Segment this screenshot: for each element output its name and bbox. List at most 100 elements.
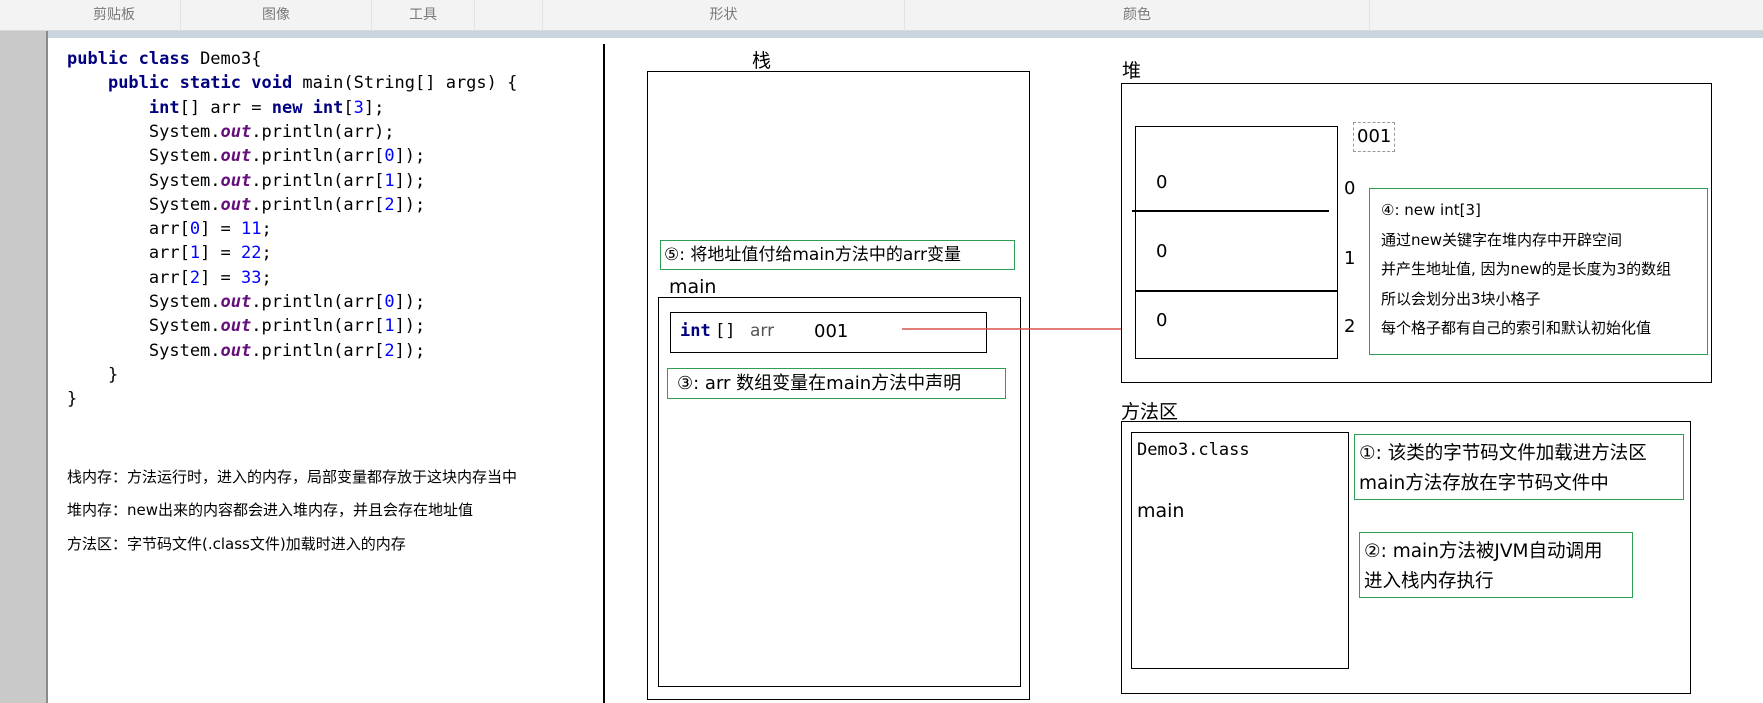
note-4-line-3: 并产生地址值, 因为new的是长度为3的数组 bbox=[1381, 260, 1672, 278]
code-token: ] = bbox=[200, 243, 242, 264]
note-4-line-5: 每个格子都有自己的索引和默认初始化值 bbox=[1381, 319, 1652, 337]
code-token: out bbox=[220, 292, 252, 312]
code-token: ]); bbox=[394, 146, 426, 167]
note-method-area: 方法区：字节码文件(.class文件)加载时进入的内存 bbox=[67, 535, 406, 553]
code-token: out bbox=[220, 170, 252, 191]
note-4-new-int-array: ④: new int[3] 通过new关键字在堆内存中开辟空间 并产生地址值, … bbox=[1369, 188, 1708, 355]
arr-var-brackets: [] bbox=[715, 321, 736, 341]
code-token: System. bbox=[67, 316, 221, 337]
code-token: [] arr = bbox=[179, 97, 272, 118]
arr-var-value: 001 bbox=[814, 321, 849, 342]
code-token: .println(arr); bbox=[251, 121, 395, 142]
code-line: arr[0] = 11; bbox=[67, 219, 272, 239]
code-token: 22 bbox=[241, 243, 262, 264]
code-line: public static void main(String[] args) { bbox=[67, 73, 517, 93]
code-token: 2 bbox=[384, 340, 395, 361]
note-1-load-bytecode: ①: 该类的字节码文件加载进方法区 main方法存放在字节码文件中 bbox=[1354, 434, 1684, 500]
code-token: 2 bbox=[189, 267, 201, 288]
code-token: 1 bbox=[189, 243, 201, 264]
address-selection-box[interactable]: 001 bbox=[1353, 122, 1395, 152]
code-line: System.out.println(arr[0]); bbox=[67, 146, 425, 166]
window-left-edge bbox=[0, 31, 48, 703]
note-1-line-2: main方法存放在字节码文件中 bbox=[1359, 473, 1609, 494]
code-token: out bbox=[220, 194, 252, 215]
ribbon-group-tools[interactable]: 工具 bbox=[372, 0, 475, 31]
heap-index-1: 1 bbox=[1344, 248, 1356, 269]
code-token: System. bbox=[67, 292, 221, 312]
code-token: arr[ bbox=[67, 219, 190, 240]
code-token: out bbox=[220, 340, 252, 361]
note-4-line-1: ④: new int[3] bbox=[1381, 201, 1481, 219]
heap-index-2: 2 bbox=[1344, 316, 1356, 337]
heap-cell-value-1: 0 bbox=[1156, 241, 1168, 262]
code-token: out bbox=[220, 121, 252, 142]
heap-cell-value-2: 0 bbox=[1156, 310, 1168, 331]
heap-title: 堆 bbox=[1122, 60, 1142, 82]
code-line: System.out.println(arr[0]); bbox=[67, 292, 425, 312]
code-line: System.out.println(arr[2]); bbox=[67, 341, 425, 361]
code-token: System. bbox=[67, 194, 221, 215]
code-token: 11 bbox=[241, 219, 262, 240]
code-token: public static void bbox=[107, 73, 303, 94]
code-token: .println(arr[ bbox=[251, 194, 385, 215]
note-5-assign-address: ⑤: 将地址值付给main方法中的arr变量 bbox=[660, 240, 1015, 270]
ribbon-band bbox=[0, 31, 1763, 38]
note-4-line-2: 通过new关键字在堆内存中开辟空间 bbox=[1381, 230, 1623, 249]
class-file-method: main bbox=[1137, 500, 1185, 522]
code-token: System. bbox=[67, 170, 221, 191]
method-area-title: 方法区 bbox=[1121, 401, 1179, 423]
heap-cell-divider-1 bbox=[1132, 210, 1329, 212]
note-heap-memory: 堆内存：new出来的内容都会进入堆内存，并且会存在地址值 bbox=[67, 501, 474, 519]
heap-index-0: 0 bbox=[1344, 178, 1356, 199]
heap-cell-divider-2 bbox=[1135, 290, 1338, 292]
code-line: System.out.println(arr[1]); bbox=[67, 316, 425, 336]
arr-var-name: arr bbox=[750, 321, 775, 341]
ribbon: 剪贴板 图像 工具 形状 颜色 bbox=[0, 0, 1763, 31]
code-token: System. bbox=[67, 146, 221, 167]
code-token: .println(arr[ bbox=[251, 292, 385, 312]
heap-address: 001 bbox=[1357, 126, 1392, 147]
code-token: 0 bbox=[384, 292, 395, 312]
code-token: ]); bbox=[394, 194, 426, 215]
code-token: public class bbox=[67, 49, 201, 69]
code-token: 33 bbox=[241, 267, 262, 288]
code-token: ]); bbox=[394, 316, 426, 337]
code-token: ; bbox=[261, 267, 272, 288]
code-token: [ bbox=[343, 97, 354, 118]
ribbon-group-image[interactable]: 图像 bbox=[181, 0, 372, 31]
code-token: Demo3{ bbox=[200, 49, 262, 69]
pointer-arrow bbox=[902, 321, 1135, 336]
code-token: ]; bbox=[363, 97, 385, 118]
note-2-line-2: 进入栈内存执行 bbox=[1364, 571, 1494, 592]
class-file-box bbox=[1131, 432, 1349, 669]
main-frame-label: main bbox=[669, 276, 717, 298]
note-stack-memory: 栈内存：方法运行时，进入的内存，局部变量都存放于这块内存当中 bbox=[67, 468, 518, 486]
code-token: main(String[] args) { bbox=[302, 73, 518, 94]
code-token: .println(arr[ bbox=[251, 170, 385, 191]
code-token: ; bbox=[261, 243, 272, 264]
code-line: System.out.println(arr); bbox=[67, 122, 395, 142]
arr-var-type: int bbox=[680, 321, 711, 341]
ribbon-group-spacer bbox=[475, 0, 543, 31]
code-line: int[] arr = new int[3]; bbox=[67, 98, 384, 118]
ribbon-group-clipboard[interactable]: 剪贴板 bbox=[48, 0, 181, 31]
code-line: } bbox=[67, 389, 77, 409]
code-token: ; bbox=[261, 219, 272, 240]
code-token: System. bbox=[67, 121, 221, 142]
ribbon-group-shapes[interactable]: 形状 bbox=[543, 0, 905, 31]
code-token: 1 bbox=[384, 316, 395, 337]
code-token: new int bbox=[271, 97, 344, 118]
note-3-declare-arr: ③: arr 数组变量在main方法中声明 bbox=[667, 368, 1006, 399]
main-frame-box bbox=[658, 297, 1021, 687]
code-token: out bbox=[220, 316, 252, 337]
code-token: ]); bbox=[394, 292, 426, 312]
code-token: arr[ bbox=[67, 243, 190, 264]
code-token: ] = bbox=[200, 267, 242, 288]
code-token: out bbox=[220, 146, 252, 167]
code-token: 3 bbox=[353, 97, 364, 118]
code-token: .println(arr[ bbox=[251, 146, 385, 167]
note-2-line-1: ②: main方法被JVM自动调用 bbox=[1364, 541, 1603, 562]
code-line: public class Demo3{ bbox=[67, 49, 261, 69]
ribbon-group-colors[interactable]: 颜色 bbox=[905, 0, 1370, 31]
